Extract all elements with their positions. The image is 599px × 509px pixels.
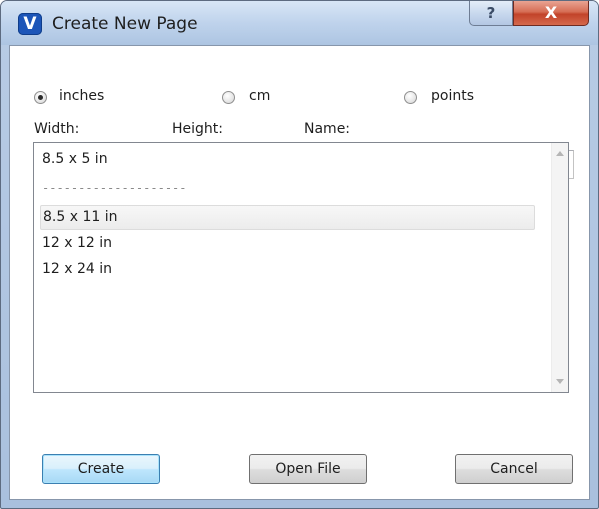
name-label: Name: — [304, 121, 351, 137]
create-button[interactable]: Create — [42, 454, 160, 484]
open-file-button[interactable]: Open File — [249, 454, 367, 484]
radio-inches[interactable] — [34, 91, 47, 104]
list-separator: -------------------- — [42, 181, 187, 195]
dialog-content: inches cm points Width: Height: Name: 8.… — [9, 45, 590, 500]
cancel-button[interactable]: Cancel — [455, 454, 573, 484]
app-logo-icon: V — [18, 13, 42, 35]
scroll-down-icon[interactable] — [556, 379, 564, 384]
dialog-title: Create New Page — [52, 14, 198, 34]
page-size-list[interactable]: 8.5 x 5 in -------------------- 8.5 x 11… — [33, 142, 569, 393]
help-icon: ? — [486, 4, 496, 22]
close-button[interactable]: X — [513, 1, 589, 26]
list-item-8-5x11[interactable]: 8.5 x 11 in — [40, 205, 535, 230]
list-item-12x24[interactable]: 12 x 24 in — [40, 257, 535, 282]
radio-points-label[interactable]: points — [431, 88, 474, 104]
close-icon: X — [544, 3, 558, 22]
help-button[interactable]: ? — [469, 1, 513, 26]
list-item-8-5x5[interactable]: 8.5 x 5 in — [40, 147, 535, 172]
list-scrollbar[interactable] — [551, 143, 568, 392]
title-bar[interactable]: V Create New Page ? X — [1, 1, 598, 45]
width-label: Width: — [34, 121, 80, 137]
list-item-12x12[interactable]: 12 x 12 in — [40, 231, 535, 256]
radio-points[interactable] — [404, 91, 417, 104]
scroll-up-icon[interactable] — [556, 151, 564, 156]
radio-cm[interactable] — [222, 91, 235, 104]
height-label: Height: — [172, 121, 223, 137]
radio-cm-label[interactable]: cm — [249, 88, 270, 104]
radio-inches-label[interactable]: inches — [59, 88, 104, 104]
create-new-page-dialog: V Create New Page ? X inches cm points W… — [0, 0, 599, 509]
